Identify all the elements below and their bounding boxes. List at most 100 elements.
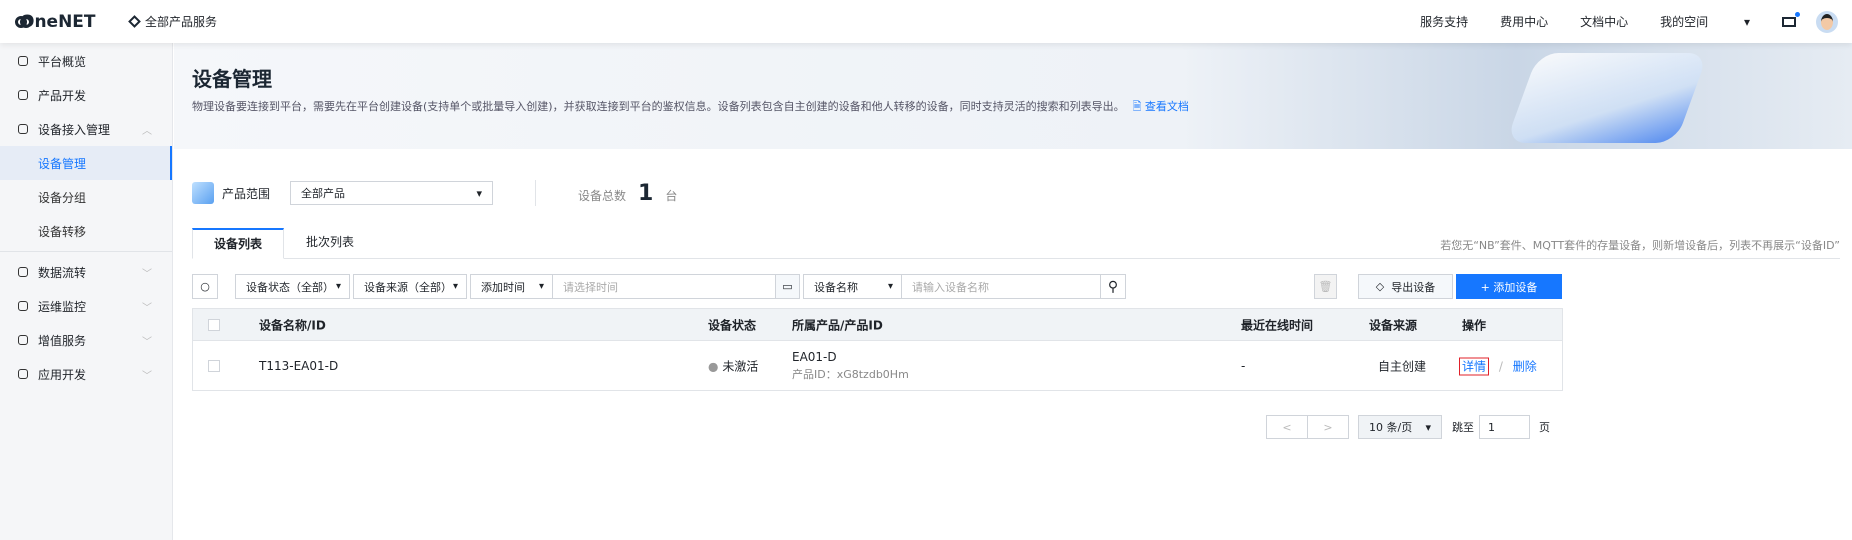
next-page-button[interactable]: > bbox=[1307, 415, 1349, 439]
source-filter[interactable]: 设备来源（全部） bbox=[353, 274, 467, 299]
table-header: 设备名称/ID 设备状态 所属产品/产品ID 最近在线时间 设备来源 操作 bbox=[193, 309, 1562, 340]
nav-billing[interactable]: 费用中心 bbox=[1500, 13, 1548, 30]
separator: / bbox=[1498, 359, 1503, 373]
sidebar-item-overview[interactable]: 平台概览 bbox=[0, 44, 172, 78]
sidebar-item-monitoring[interactable]: 运维监控 ﹀ bbox=[0, 289, 172, 323]
main-content: 设备管理 物理设备要连接到平台，需要先在平台创建设备(支持单个或批量导入创建)，… bbox=[174, 43, 1852, 540]
all-services-label: 全部产品服务 bbox=[145, 15, 218, 29]
refresh-button[interactable]: ○ bbox=[192, 274, 218, 299]
label: 平台概览 bbox=[38, 54, 87, 69]
product-range: 产品范围 全部产品 ▾ 设备总数 1 台 bbox=[192, 180, 677, 206]
product-select[interactable]: 全部产品 ▾ bbox=[290, 181, 494, 205]
time-type-label: 添加时间 bbox=[481, 280, 525, 294]
toolbar: ○ 设备状态（全部） 设备来源（全部） 添加时间 请选择时间 ▭ 设备名称 请输… bbox=[192, 274, 1840, 299]
col-source: 设备来源 bbox=[1369, 318, 1418, 332]
overview-icon bbox=[18, 56, 28, 66]
select-all-checkbox[interactable] bbox=[208, 318, 220, 331]
tip-text: 若您无“NB”套件、MQTT套件的存量设备，则新增设备后，列表不再展示“设备ID… bbox=[1440, 239, 1840, 252]
sidebar-item-device-management[interactable]: 设备管理 bbox=[0, 146, 172, 180]
avatar[interactable] bbox=[1816, 10, 1838, 33]
diamond-icon bbox=[128, 15, 141, 28]
jump-label: 跳至 bbox=[1452, 421, 1474, 434]
page-size-label: 10 条/页 bbox=[1369, 421, 1413, 434]
total-count: 1 bbox=[638, 180, 654, 206]
page-size-select[interactable]: 10 条/页 ▾ bbox=[1358, 415, 1442, 439]
product-name: EA01-D bbox=[792, 349, 837, 364]
nav-my-space[interactable]: 我的空间 ▾ bbox=[1660, 13, 1750, 30]
add-device-button[interactable]: + 添加设备 bbox=[1456, 274, 1562, 299]
label: 设备管理 bbox=[38, 156, 87, 171]
label: 增值服务 bbox=[38, 333, 87, 348]
chevron-down-icon: ﹀ bbox=[142, 370, 152, 382]
col-status: 设备状态 bbox=[708, 318, 757, 332]
status-filter-label: 设备状态（全部） bbox=[246, 280, 334, 294]
device-table: 设备名称/ID 设备状态 所属产品/产品ID 最近在线时间 设备来源 操作 T1… bbox=[192, 308, 1563, 391]
doc-link-label: 查看文档 bbox=[1144, 100, 1189, 113]
range-label: 产品范围 bbox=[222, 186, 271, 201]
prev-page-button[interactable]: < bbox=[1266, 415, 1308, 439]
search-field-label: 设备名称 bbox=[814, 280, 858, 294]
sidebar-item-data-flow[interactable]: 数据流转 ﹀ bbox=[0, 255, 172, 289]
search-button[interactable]: ⚲ bbox=[1100, 274, 1126, 299]
device-status: ● 未激活 bbox=[708, 359, 759, 373]
device-illustration bbox=[1505, 53, 1709, 143]
table-row: T113-EA01-D ● 未激活 EA01-D 产品ID：xG8tzdb0Hm … bbox=[193, 340, 1562, 390]
page-description: 物理设备要连接到平台，需要先在平台创建设备(支持单个或批量导入创建)，并获取连接… bbox=[192, 100, 1125, 113]
page-input[interactable]: 1 bbox=[1479, 415, 1530, 439]
top-header: OneNET 全部产品服务 服务支持 费用中心 文档中心 我的空间 ▾ bbox=[0, 0, 1852, 43]
nav-docs[interactable]: 文档中心 bbox=[1580, 13, 1628, 30]
device-name-input[interactable]: 请输入设备名称 bbox=[901, 274, 1101, 299]
sidebar-item-app-dev[interactable]: 应用开发 ﹀ bbox=[0, 357, 172, 391]
device-name: T113-EA01-D bbox=[259, 358, 339, 373]
chevron-down-icon: ﹀ bbox=[142, 336, 152, 348]
sidebar-item-device-access[interactable]: 设备接入管理 ︿ bbox=[0, 112, 172, 146]
status-text: 未激活 bbox=[722, 359, 759, 373]
total-label: 设备总数 bbox=[578, 188, 627, 203]
tab-batch-list[interactable]: 批次列表 bbox=[284, 228, 376, 259]
product-id: 产品ID：xG8tzdb0Hm bbox=[792, 367, 909, 381]
export-label: 导出设备 bbox=[1391, 280, 1436, 294]
time-picker-input[interactable]: 请选择时间 bbox=[552, 274, 776, 299]
my-space-label: 我的空间 bbox=[1660, 15, 1709, 29]
view-docs-link[interactable]: 🗎 查看文档 bbox=[1133, 100, 1189, 113]
detail-link[interactable]: 详情 bbox=[1459, 357, 1490, 375]
delete-batch-button[interactable]: 🗑 bbox=[1314, 274, 1337, 299]
chevron-up-icon: ︿ bbox=[142, 125, 152, 137]
add-label: + 添加设备 bbox=[1480, 280, 1538, 294]
sidebar-item-device-transfer[interactable]: 设备转移 bbox=[0, 214, 172, 248]
label: 应用开发 bbox=[38, 367, 87, 382]
product-cube-icon bbox=[192, 182, 214, 204]
tabs: 设备列表 批次列表 若您无“NB”套件、MQTT套件的存量设备，则新增设备后，列… bbox=[192, 228, 1840, 259]
col-product: 所属产品/产品ID bbox=[792, 318, 883, 332]
search-field-select[interactable]: 设备名称 bbox=[803, 274, 902, 299]
status-filter[interactable]: 设备状态（全部） bbox=[235, 274, 350, 299]
chevron-down-icon: ﹀ bbox=[142, 268, 152, 280]
calendar-icon[interactable]: ▭ bbox=[775, 274, 800, 299]
chevron-down-icon: ﹀ bbox=[142, 302, 152, 314]
sidebar-item-device-group[interactable]: 设备分组 bbox=[0, 180, 172, 214]
row-checkbox[interactable] bbox=[208, 359, 220, 372]
col-actions: 操作 bbox=[1462, 318, 1487, 332]
label: 设备转移 bbox=[38, 224, 87, 239]
export-devices-button[interactable]: ◇ 导出设备 bbox=[1358, 274, 1453, 299]
total-unit: 台 bbox=[665, 188, 678, 203]
label: 产品开发 bbox=[38, 88, 87, 103]
onenet-logo[interactable]: OneNET bbox=[15, 12, 130, 32]
label: 设备接入管理 bbox=[38, 122, 111, 137]
last-online: - bbox=[1241, 358, 1246, 373]
all-services-menu[interactable]: 全部产品服务 bbox=[128, 13, 218, 30]
label: 数据流转 bbox=[38, 265, 87, 280]
time-type-select[interactable]: 添加时间 bbox=[470, 274, 553, 299]
delete-link[interactable]: 删除 bbox=[1513, 359, 1537, 373]
app-icon bbox=[18, 369, 28, 379]
sidebar-item-product-dev[interactable]: 产品开发 bbox=[0, 78, 172, 112]
label: 运维监控 bbox=[38, 299, 87, 314]
nav-support[interactable]: 服务支持 bbox=[1420, 13, 1468, 30]
col-name: 设备名称/ID bbox=[259, 318, 326, 332]
device-source: 自主创建 bbox=[1378, 359, 1427, 373]
tab-device-list[interactable]: 设备列表 bbox=[192, 228, 284, 259]
mail-icon[interactable] bbox=[1782, 11, 1800, 27]
cube-icon bbox=[18, 90, 28, 100]
sidebar-item-value-added[interactable]: 增值服务 ﹀ bbox=[0, 323, 172, 357]
source-filter-label: 设备来源（全部） bbox=[364, 280, 452, 294]
